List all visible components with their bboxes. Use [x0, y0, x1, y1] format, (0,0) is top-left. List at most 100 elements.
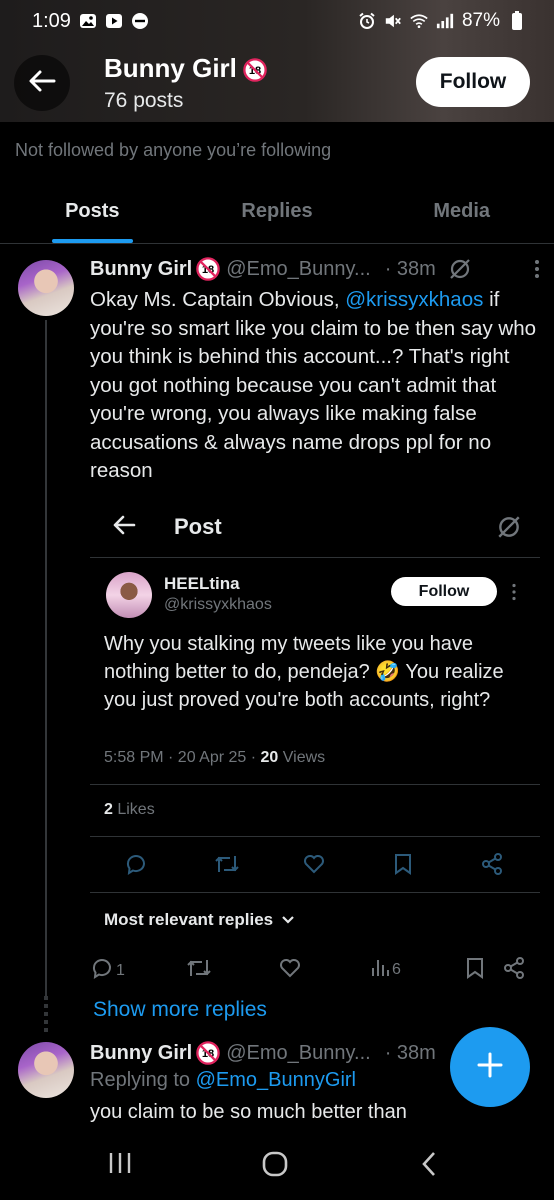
tab-posts[interactable]: Posts	[0, 186, 185, 243]
battery-icon	[508, 11, 526, 30]
reply-count: 1	[116, 961, 125, 979]
back-arrow-icon	[112, 514, 136, 541]
grok-icon[interactable]	[448, 257, 472, 281]
compose-button[interactable]	[450, 1027, 530, 1107]
likes-label: Likes	[112, 801, 155, 818]
like-icon	[302, 852, 326, 881]
not-followed-text: Not followed by anyone you’re following	[15, 140, 332, 160]
age-18-icon: 18	[196, 257, 221, 281]
likes-count: 2	[104, 801, 113, 818]
tweet-header: Bunny Girl 18 @Emo_Bunny... · 38m	[90, 257, 540, 281]
views-icon	[370, 956, 390, 983]
quoted-author-name: HEELtina	[164, 574, 240, 593]
profile-name: Bunny Girl	[104, 53, 237, 83]
tweet-text: you claim to be so much better than	[90, 1101, 407, 1123]
reply-icon	[124, 852, 148, 881]
most-relevant-replies: Most relevant replies	[104, 910, 295, 930]
quoted-follow-button: Follow	[391, 577, 497, 606]
posts-count: 76 posts	[104, 89, 184, 112]
quoted-author-handle: @krissyxkhaos	[164, 596, 272, 613]
dnd-notification-icon	[131, 12, 149, 30]
share-icon	[480, 852, 504, 881]
recents-icon[interactable]	[107, 1150, 133, 1181]
most-relevant-label: Most relevant replies	[104, 910, 274, 929]
replying-prefix: Replying to	[90, 1069, 196, 1091]
embedded-post-title: Post	[174, 514, 222, 539]
age-18-icon: 18	[196, 1041, 221, 1065]
views-button[interactable]: 6	[370, 956, 401, 983]
tab-media[interactable]: Media	[369, 186, 554, 243]
tweet-text-part: Okay Ms. Captain Obvious,	[90, 288, 346, 311]
tweet-actions: 1 6	[90, 954, 540, 984]
tab-label: Replies	[241, 200, 313, 222]
back-button[interactable]	[14, 55, 70, 111]
status-bar: 1:09 87%	[0, 0, 554, 42]
tab-replies[interactable]: Replies	[185, 186, 370, 243]
retweet-icon	[186, 956, 212, 985]
author-handle[interactable]: @Emo_Bunny...	[226, 258, 370, 281]
share-button[interactable]	[502, 956, 526, 985]
reply-button[interactable]: 1	[90, 956, 125, 985]
reply-icon	[90, 956, 114, 985]
home-icon[interactable]	[261, 1150, 289, 1183]
more-icon[interactable]	[534, 259, 540, 279]
plus-icon	[475, 1050, 505, 1085]
quoted-post-actions	[90, 848, 540, 882]
back-arrow-icon	[28, 69, 56, 98]
quoted-post-likes: 2 Likes	[104, 801, 155, 819]
active-tab-indicator	[52, 239, 133, 243]
follow-button[interactable]: Follow	[416, 57, 530, 107]
signal-icon	[436, 12, 454, 30]
retweet-icon	[214, 852, 240, 881]
back-icon[interactable]	[419, 1150, 439, 1183]
profile-name-heading: Bunny Girl 18	[104, 53, 267, 84]
share-icon	[502, 956, 526, 985]
bookmark-icon	[392, 852, 414, 881]
divider	[90, 784, 540, 785]
gallery-notification-icon	[79, 12, 97, 30]
tab-label: Posts	[65, 200, 120, 222]
youtube-notification-icon	[105, 12, 123, 30]
show-more-replies-link[interactable]: Show more replies	[93, 998, 267, 1022]
retweet-button[interactable]	[186, 956, 212, 985]
avatar[interactable]	[18, 260, 74, 316]
profile-tabs: Posts Replies Media	[0, 186, 554, 244]
alarm-icon	[358, 12, 376, 30]
thread-dots	[44, 996, 48, 1032]
wifi-icon	[410, 12, 428, 30]
grok-icon	[496, 514, 522, 545]
quoted-post-meta: 5:58 PM · 20 Apr 25 · 20 Views	[104, 749, 325, 767]
mention-link[interactable]: @Emo_BunnyGirl	[196, 1069, 356, 1091]
tweet-time[interactable]: · 38m	[385, 258, 436, 281]
age-18-icon: 18	[243, 57, 267, 82]
bookmark-button[interactable]	[464, 956, 486, 985]
views-count: 6	[392, 960, 401, 978]
views-count: 20	[260, 749, 279, 766]
tab-label: Media	[433, 200, 491, 222]
avatar[interactable]	[18, 1042, 74, 1098]
more-icon	[511, 583, 517, 606]
divider	[90, 557, 540, 558]
author-handle[interactable]: @Emo_Bunny...	[226, 1042, 370, 1065]
embedded-screenshot-header	[90, 500, 540, 556]
avatar	[106, 572, 152, 618]
author-name[interactable]: Bunny Girl	[90, 1042, 192, 1065]
system-navigation-bar	[0, 1130, 554, 1200]
divider	[90, 836, 540, 837]
quoted-post-text: Why you stalking my tweets like you have…	[104, 633, 504, 711]
tweet-text: Okay Ms. Captain Obvious, @krissyxkhaos …	[90, 286, 542, 486]
like-icon	[278, 956, 302, 985]
thread-line	[45, 320, 47, 996]
like-button[interactable]	[278, 956, 302, 985]
status-time: 1:09	[32, 9, 71, 32]
mention-link[interactable]: @krissyxkhaos	[345, 288, 483, 311]
bookmark-icon	[464, 956, 486, 985]
tweet-time[interactable]: · 38m	[385, 1042, 436, 1065]
divider	[90, 892, 540, 893]
author-name[interactable]: Bunny Girl	[90, 258, 192, 281]
tweet-text-part: if you're so smart like you claim to be …	[90, 288, 537, 482]
chevron-down-icon	[281, 910, 295, 930]
views-label: Views	[278, 749, 326, 766]
replying-to: Replying to @Emo_BunnyGirl	[90, 1069, 356, 1092]
battery-percent: 87%	[461, 10, 500, 31]
